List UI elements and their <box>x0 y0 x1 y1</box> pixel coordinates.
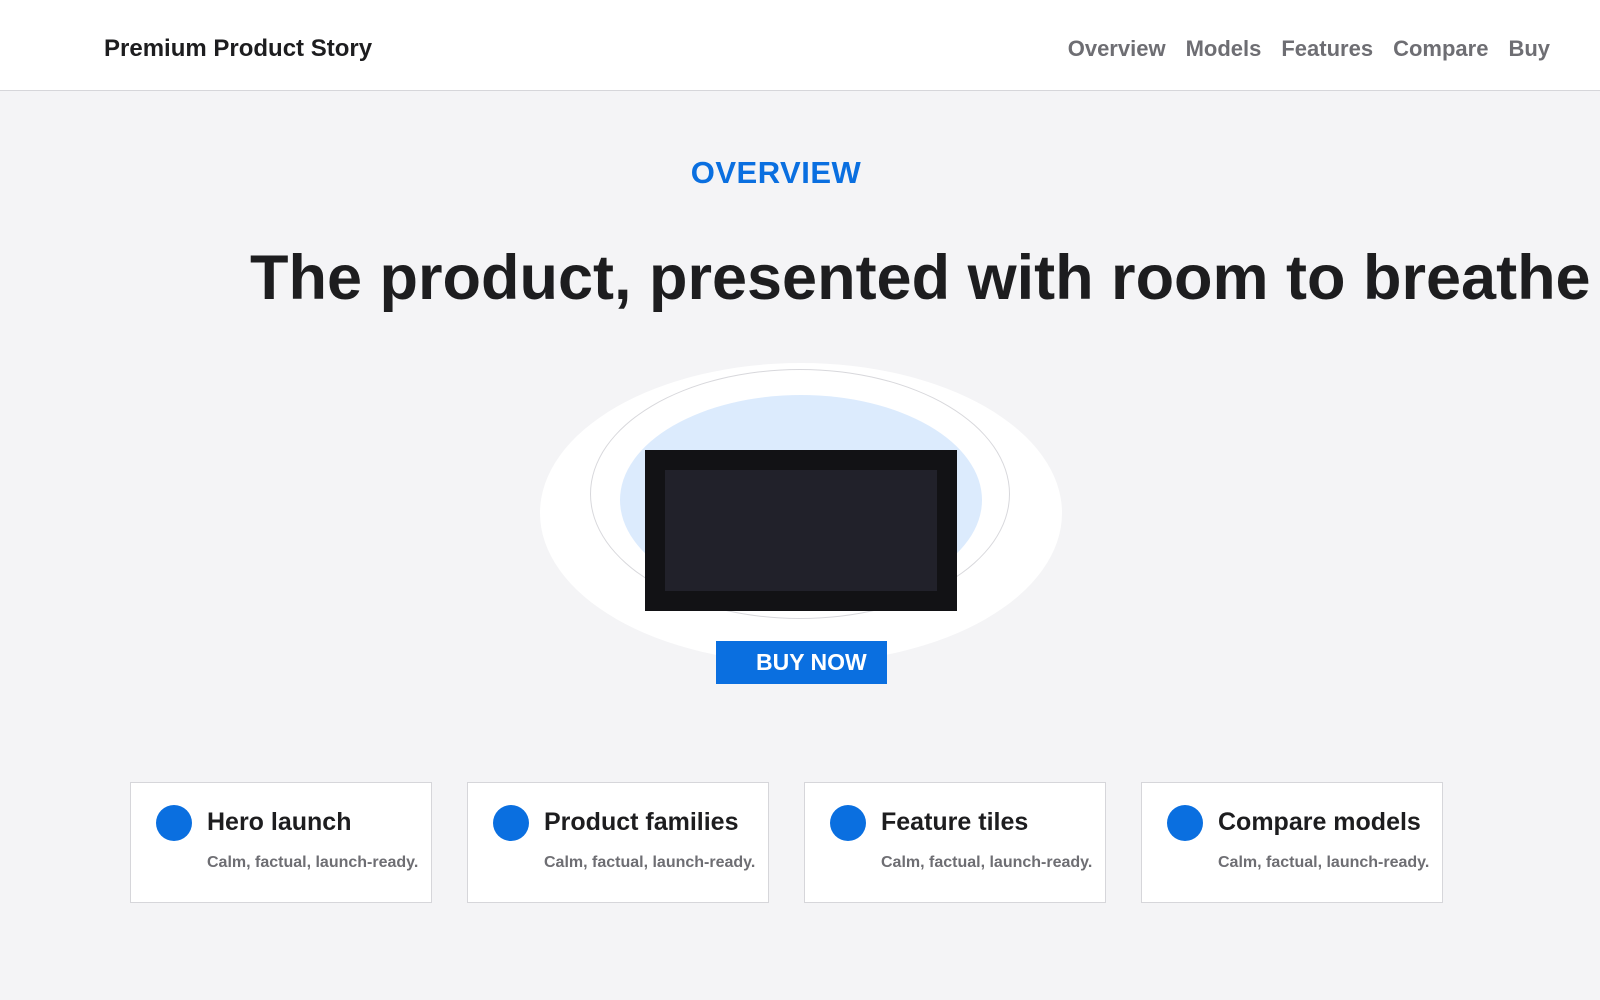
card-dot-icon <box>830 805 866 841</box>
card-subtitle: Calm, factual, launch-ready. <box>544 854 756 871</box>
device-screen <box>665 470 937 591</box>
feature-card-hero-launch[interactable]: Hero launch Calm, factual, launch-ready. <box>130 782 432 903</box>
card-subtitle: Calm, factual, launch-ready. <box>207 854 419 871</box>
product-device-image <box>645 450 957 611</box>
nav-link-overview[interactable]: Overview <box>1068 34 1166 64</box>
card-title: Feature tiles <box>881 808 1029 836</box>
card-title: Hero launch <box>207 808 352 836</box>
card-subtitle: Calm, factual, launch-ready. <box>881 854 1093 871</box>
card-title: Compare models <box>1218 808 1421 836</box>
nav-link-features[interactable]: Features <box>1281 34 1373 64</box>
nav-link-models[interactable]: Models <box>1186 34 1262 64</box>
card-subtitle: Calm, factual, launch-ready. <box>1218 854 1430 871</box>
nav-link-compare[interactable]: Compare <box>1393 34 1488 64</box>
feature-card-product-families[interactable]: Product families Calm, factual, launch-r… <box>467 782 769 903</box>
top-nav-bar: Premium Product Story Overview Models Fe… <box>0 0 1600 91</box>
feature-card-compare-models[interactable]: Compare models Calm, factual, launch-rea… <box>1141 782 1443 903</box>
feature-card-feature-tiles[interactable]: Feature tiles Calm, factual, launch-read… <box>804 782 1106 903</box>
card-title: Product families <box>544 808 739 836</box>
buy-now-button[interactable]: BUY NOW <box>716 641 887 684</box>
section-eyebrow: OVERVIEW <box>690 155 862 190</box>
nav-link-buy[interactable]: Buy <box>1508 34 1550 64</box>
brand-title[interactable]: Premium Product Story <box>104 34 372 64</box>
card-dot-icon <box>493 805 529 841</box>
feature-cards: Hero launch Calm, factual, launch-ready.… <box>130 782 1443 903</box>
card-dot-icon <box>156 805 192 841</box>
hero-visual <box>530 363 1062 663</box>
card-dot-icon <box>1167 805 1203 841</box>
hero-headline: The product, presented with room to brea… <box>250 243 1591 313</box>
primary-nav: Overview Models Features Compare Buy <box>1068 34 1550 64</box>
